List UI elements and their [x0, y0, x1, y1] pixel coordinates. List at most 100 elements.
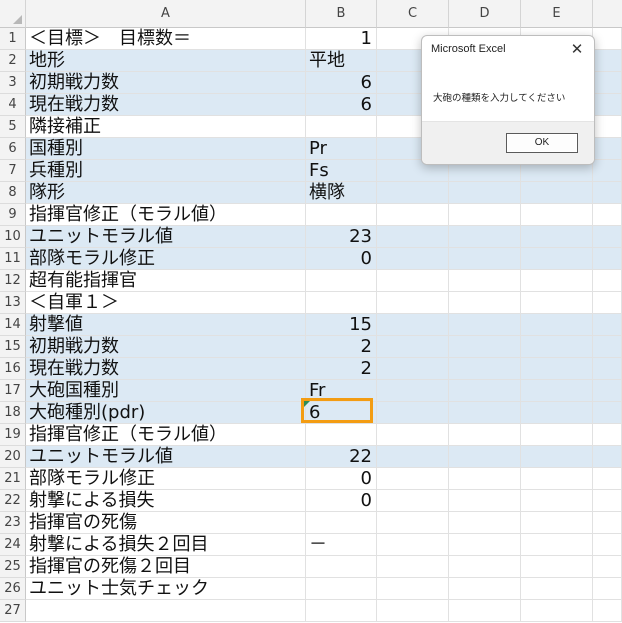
cell-c[interactable] [377, 468, 449, 490]
row-header[interactable]: 27 [0, 600, 26, 622]
cell-e[interactable] [521, 292, 593, 314]
column-header-e[interactable]: E [521, 0, 593, 28]
row-header[interactable]: 17 [0, 380, 26, 402]
cell-d[interactable] [449, 226, 521, 248]
cell-b[interactable] [306, 556, 377, 578]
row-header[interactable]: 20 [0, 446, 26, 468]
cell-f[interactable] [593, 578, 622, 600]
cell-b[interactable] [306, 116, 377, 138]
cell-f[interactable] [593, 94, 622, 116]
cell-b[interactable]: 22 [306, 446, 377, 468]
cell-b[interactable]: 23 [306, 226, 377, 248]
cell-a[interactable]: 指揮官の死傷２回目 [26, 556, 306, 578]
cell-f[interactable] [593, 182, 622, 204]
select-all-corner[interactable] [0, 0, 26, 28]
close-icon[interactable]: ✕ [566, 39, 588, 59]
cell-a[interactable]: 射撃値 [26, 314, 306, 336]
row-header[interactable]: 4 [0, 94, 26, 116]
cell-b[interactable] [306, 578, 377, 600]
row-header[interactable]: 5 [0, 116, 26, 138]
cell-a[interactable]: 現在戦力数 [26, 358, 306, 380]
cell-f[interactable] [593, 468, 622, 490]
cell-d[interactable] [449, 490, 521, 512]
cell-f[interactable] [593, 512, 622, 534]
cell-c[interactable] [377, 424, 449, 446]
cell-f[interactable] [593, 204, 622, 226]
cell-b[interactable]: － [306, 534, 377, 556]
cell-a[interactable]: 指揮官の死傷 [26, 512, 306, 534]
cell-b[interactable]: 0 [306, 468, 377, 490]
cell-d[interactable] [449, 556, 521, 578]
cell-f[interactable] [593, 358, 622, 380]
cell-a[interactable]: 大砲国種別 [26, 380, 306, 402]
cell-b[interactable]: 6 [306, 94, 377, 116]
cell-a[interactable]: ＜自軍１＞ [26, 292, 306, 314]
cell-f[interactable] [593, 336, 622, 358]
cell-a[interactable]: 初期戦力数 [26, 72, 306, 94]
row-header[interactable]: 12 [0, 270, 26, 292]
row-header[interactable]: 11 [0, 248, 26, 270]
cell-f[interactable] [593, 270, 622, 292]
cell-e[interactable] [521, 270, 593, 292]
row-header[interactable]: 18 [0, 402, 26, 424]
cell-e[interactable] [521, 556, 593, 578]
cell-b[interactable]: 1 [306, 28, 377, 50]
cell-d[interactable] [449, 446, 521, 468]
cell-f[interactable] [593, 490, 622, 512]
cell-e[interactable] [521, 512, 593, 534]
cell-b[interactable]: Fr [306, 380, 377, 402]
cell-f[interactable] [593, 226, 622, 248]
cell-e[interactable] [521, 380, 593, 402]
cell-a[interactable]: 地形 [26, 50, 306, 72]
cell-b[interactable]: 0 [306, 490, 377, 512]
cell-b[interactable]: 6 [306, 72, 377, 94]
cell-a[interactable]: 隊形 [26, 182, 306, 204]
cell-d[interactable] [449, 600, 521, 622]
cell-a[interactable]: 国種別 [26, 138, 306, 160]
cell-b[interactable]: 2 [306, 336, 377, 358]
cell-d[interactable] [449, 358, 521, 380]
cell-c[interactable] [377, 600, 449, 622]
cell-a[interactable]: 指揮官修正（モラル値） [26, 424, 306, 446]
cell-f[interactable] [593, 534, 622, 556]
cell-a[interactable]: 初期戦力数 [26, 336, 306, 358]
cell-c[interactable] [377, 578, 449, 600]
cell-f[interactable] [593, 314, 622, 336]
cell-f[interactable] [593, 248, 622, 270]
cell-b[interactable]: Pr [306, 138, 377, 160]
cell-c[interactable] [377, 556, 449, 578]
cell-d[interactable] [449, 292, 521, 314]
cell-a[interactable]: ユニットモラル値 [26, 226, 306, 248]
cell-b[interactable] [306, 512, 377, 534]
cell-c[interactable] [377, 336, 449, 358]
cell-e[interactable] [521, 204, 593, 226]
cell-a[interactable]: ユニット士気チェック [26, 578, 306, 600]
row-header[interactable]: 3 [0, 72, 26, 94]
cell-b[interactable] [306, 424, 377, 446]
cell-b[interactable]: 6 [306, 402, 377, 424]
cell-f[interactable] [593, 50, 622, 72]
row-header[interactable]: 13 [0, 292, 26, 314]
cell-a[interactable]: 部隊モラル修正 [26, 468, 306, 490]
cell-e[interactable] [521, 248, 593, 270]
row-header[interactable]: 25 [0, 556, 26, 578]
cell-e[interactable] [521, 534, 593, 556]
cell-e[interactable] [521, 402, 593, 424]
row-header[interactable]: 15 [0, 336, 26, 358]
cell-a[interactable]: 部隊モラル修正 [26, 248, 306, 270]
cell-a[interactable]: 現在戦力数 [26, 94, 306, 116]
row-header[interactable]: 21 [0, 468, 26, 490]
cell-e[interactable] [521, 358, 593, 380]
row-header[interactable]: 10 [0, 226, 26, 248]
column-header-d[interactable]: D [449, 0, 521, 28]
cell-d[interactable] [449, 380, 521, 402]
cell-a[interactable]: 超有能指揮官 [26, 270, 306, 292]
cell-a[interactable]: 射撃による損失２回目 [26, 534, 306, 556]
cell-b[interactable] [306, 204, 377, 226]
cell-d[interactable] [449, 182, 521, 204]
cell-f[interactable] [593, 446, 622, 468]
cell-e[interactable] [521, 336, 593, 358]
cell-f[interactable] [593, 600, 622, 622]
cell-c[interactable] [377, 534, 449, 556]
cell-a[interactable]: 指揮官修正（モラル値） [26, 204, 306, 226]
